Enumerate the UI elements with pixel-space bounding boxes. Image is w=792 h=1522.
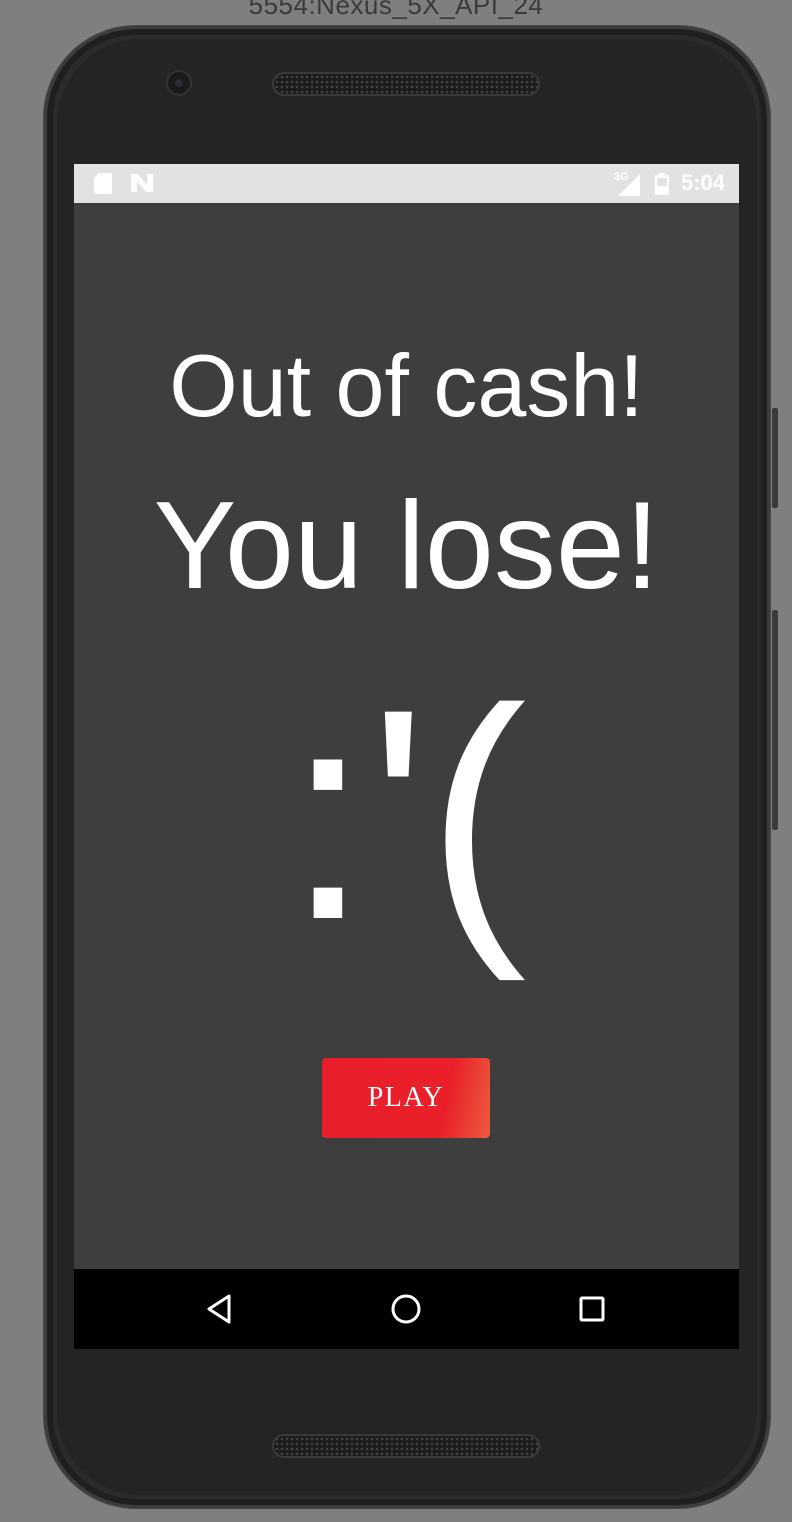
- home-icon[interactable]: [386, 1289, 426, 1329]
- sd-card-icon: [94, 173, 112, 194]
- power-button[interactable]: [772, 408, 778, 508]
- volume-button[interactable]: [772, 610, 778, 830]
- back-icon[interactable]: [199, 1289, 239, 1329]
- out-of-cash-message: Out of cash!: [169, 336, 644, 435]
- navigation-bar: [74, 1269, 739, 1349]
- front-camera: [166, 70, 192, 96]
- signal-icon: [618, 174, 640, 196]
- status-time: 5:04: [680, 170, 725, 195]
- top-speaker: [272, 72, 540, 96]
- window-title: 5554:Nexus_5X_API_24: [248, 0, 544, 20]
- play-button[interactable]: PLAY: [322, 1058, 490, 1138]
- app-screen: 3G 5:04 Out of cash! You lose! :'( PLAY: [74, 164, 739, 1349]
- status-bar: 3G 5:04: [74, 164, 739, 203]
- battery-icon: [655, 173, 669, 195]
- recents-icon[interactable]: [572, 1289, 612, 1329]
- bottom-speaker: [272, 1434, 540, 1458]
- n-notification-icon: [131, 174, 153, 192]
- you-lose-message: You lose!: [153, 477, 660, 615]
- crying-emoticon: :'(: [286, 646, 527, 982]
